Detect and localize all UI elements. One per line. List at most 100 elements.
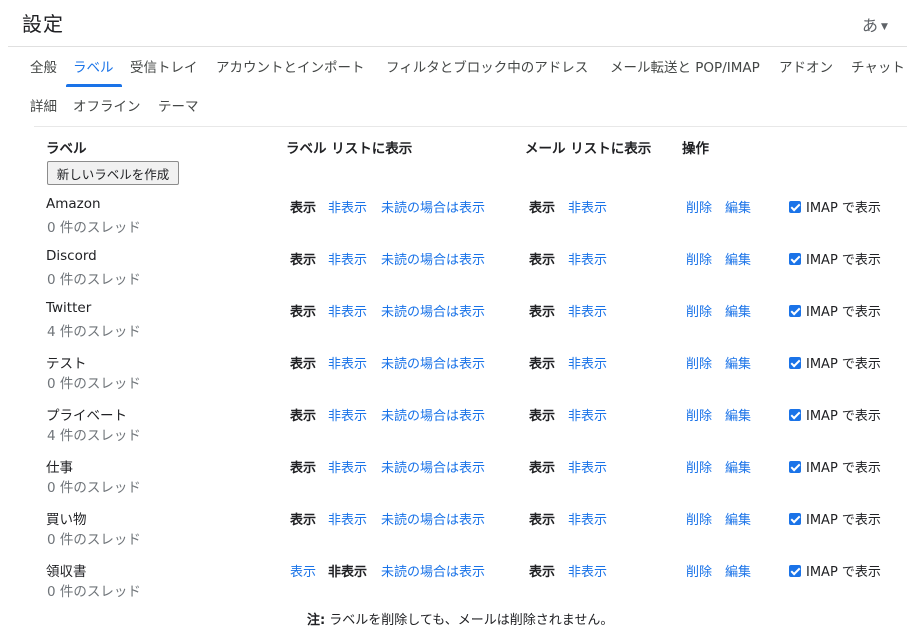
tab-forwarding-pop-imap[interactable]: メール転送と POP/IMAP	[610, 56, 760, 76]
show-in-imap-option: IMAP で表示	[789, 353, 881, 372]
tab-advanced[interactable]: 詳細	[30, 95, 57, 115]
show-in-imap-label[interactable]: IMAP で表示	[806, 357, 881, 372]
edit-label-link[interactable]: 編集	[725, 301, 751, 320]
label-name[interactable]: 領収書	[46, 560, 87, 580]
edit-label-link[interactable]: 編集	[725, 249, 751, 268]
show-in-imap-option: IMAP で表示	[789, 249, 881, 268]
edit-label-link[interactable]: 編集	[725, 197, 751, 216]
label-list-hide-option[interactable]: 非表示	[328, 457, 367, 476]
label-thread-count: 0 件のスレッド	[47, 584, 141, 600]
tab-chat[interactable]: チャット	[851, 56, 905, 76]
remove-label-link[interactable]: 削除	[686, 457, 712, 476]
label-row: プライベート 4 件のスレッド 表示 非表示 未読の場合は表示 表示 非表示 削除 編集 IMAP…	[0, 404, 907, 456]
checkbox-checked-icon[interactable]	[789, 513, 801, 525]
show-in-imap-label[interactable]: IMAP で表示	[806, 201, 881, 216]
label-name[interactable]: Amazon	[46, 196, 101, 212]
checkbox-checked-icon[interactable]	[789, 201, 801, 213]
checkbox-checked-icon[interactable]	[789, 565, 801, 577]
show-in-imap-label[interactable]: IMAP で表示	[806, 565, 881, 580]
message-list-hide-option[interactable]: 非表示	[568, 197, 607, 216]
message-list-show-option: 表示	[529, 565, 556, 580]
show-in-imap-label[interactable]: IMAP で表示	[806, 305, 881, 320]
remove-label-link[interactable]: 削除	[686, 301, 712, 320]
label-thread-count: 0 件のスレッド	[47, 272, 141, 288]
message-list-hide-option[interactable]: 非表示	[568, 353, 607, 372]
show-in-imap-label[interactable]: IMAP で表示	[806, 253, 881, 268]
message-list-hide-option[interactable]: 非表示	[568, 405, 607, 424]
remove-label-link[interactable]: 削除	[686, 353, 712, 372]
label-row: テスト 0 件のスレッド 表示 非表示 未読の場合は表示 表示 非表示 削除 編集 IMAP で表…	[0, 352, 907, 404]
label-name[interactable]: Discord	[46, 248, 97, 264]
remove-label-link[interactable]: 削除	[686, 509, 712, 528]
label-list-hide-option[interactable]: 非表示	[328, 249, 367, 268]
remove-label-link[interactable]: 削除	[686, 405, 712, 424]
remove-label-link[interactable]: 削除	[686, 197, 712, 216]
label-name[interactable]: 買い物	[46, 508, 87, 528]
label-list-hide-option[interactable]: 非表示	[328, 509, 367, 528]
label-list-hide-option[interactable]: 非表示	[328, 405, 367, 424]
label-name[interactable]: Twitter	[46, 300, 91, 316]
label-thread-count: 4 件のスレッド	[47, 428, 141, 444]
label-list-show-option[interactable]: 表示	[290, 561, 316, 580]
label-list-show-if-unread-option[interactable]: 未読の場合は表示	[381, 353, 485, 372]
label-name[interactable]: テスト	[46, 352, 87, 372]
label-list-hide-option[interactable]: 非表示	[328, 353, 367, 372]
header-divider	[8, 46, 907, 47]
show-in-imap-option: IMAP で表示	[789, 301, 881, 320]
message-list-hide-option[interactable]: 非表示	[568, 509, 607, 528]
checkbox-checked-icon[interactable]	[789, 305, 801, 317]
tab-inbox[interactable]: 受信トレイ	[130, 56, 198, 76]
checkbox-checked-icon[interactable]	[789, 409, 801, 421]
label-list-show-if-unread-option[interactable]: 未読の場合は表示	[381, 405, 485, 424]
remove-label-link[interactable]: 削除	[686, 249, 712, 268]
section-divider	[34, 126, 907, 127]
edit-label-link[interactable]: 編集	[725, 561, 751, 580]
label-row: 買い物 0 件のスレッド 表示 非表示 未読の場合は表示 表示 非表示 削除 編集 IMAP で表…	[0, 508, 907, 560]
settings-tabs-row-1: 全般 ラベル 受信トレイ アカウントとインポート フィルタとブロック中のアドレス…	[0, 56, 907, 86]
label-list-show-if-unread-option[interactable]: 未読の場合は表示	[381, 457, 485, 476]
checkbox-checked-icon[interactable]	[789, 461, 801, 473]
remove-label-link[interactable]: 削除	[686, 561, 712, 580]
column-header-label-list: ラベル リストに表示	[286, 141, 413, 157]
label-row: Discord 0 件のスレッド 表示 非表示 未読の場合は表示 表示 非表示 削除 編集 IMA…	[0, 248, 907, 300]
message-list-hide-option[interactable]: 非表示	[568, 249, 607, 268]
tab-offline[interactable]: オフライン	[73, 95, 141, 115]
checkbox-checked-icon[interactable]	[789, 253, 801, 265]
show-in-imap-label[interactable]: IMAP で表示	[806, 409, 881, 424]
label-list-show-if-unread-option[interactable]: 未読の場合は表示	[381, 301, 485, 320]
checkbox-checked-icon[interactable]	[789, 357, 801, 369]
note-text: ラベルを削除しても、メールは削除されません。	[329, 613, 614, 628]
edit-label-link[interactable]: 編集	[725, 509, 751, 528]
show-in-imap-label[interactable]: IMAP で表示	[806, 461, 881, 476]
label-list-show-if-unread-option[interactable]: 未読の場合は表示	[381, 561, 485, 580]
message-list-hide-option[interactable]: 非表示	[568, 457, 607, 476]
edit-label-link[interactable]: 編集	[725, 457, 751, 476]
label-name[interactable]: プライベート	[46, 404, 127, 424]
label-list-hide-option[interactable]: 非表示	[328, 301, 367, 320]
message-list-hide-option[interactable]: 非表示	[568, 561, 607, 580]
column-header-label: ラベル	[46, 141, 87, 157]
label-name[interactable]: 仕事	[46, 456, 73, 476]
tab-themes[interactable]: テーマ	[158, 95, 199, 115]
label-list-hide-option[interactable]: 非表示	[328, 197, 367, 216]
message-list-hide-option[interactable]: 非表示	[568, 301, 607, 320]
show-in-imap-label[interactable]: IMAP で表示	[806, 513, 881, 528]
label-list-show-if-unread-option[interactable]: 未読の場合は表示	[381, 249, 485, 268]
active-tab-indicator	[66, 84, 122, 87]
label-thread-count: 0 件のスレッド	[47, 480, 141, 496]
label-thread-count: 0 件のスレッド	[47, 532, 141, 548]
edit-label-link[interactable]: 編集	[725, 353, 751, 372]
create-label-button[interactable]: 新しいラベルを作成	[47, 161, 179, 185]
edit-label-link[interactable]: 編集	[725, 405, 751, 424]
tab-filters-blocked[interactable]: フィルタとブロック中のアドレス	[386, 56, 588, 76]
tab-general[interactable]: 全般	[30, 56, 57, 76]
show-in-imap-option: IMAP で表示	[789, 509, 881, 528]
label-list-show-if-unread-option[interactable]: 未読の場合は表示	[381, 509, 485, 528]
caret-down-icon: ▼	[881, 21, 888, 32]
tab-accounts-import[interactable]: アカウントとインポート	[216, 56, 365, 76]
tab-labels[interactable]: ラベル	[73, 56, 114, 76]
label-list-show-if-unread-option[interactable]: 未読の場合は表示	[381, 197, 485, 216]
input-mode-indicator[interactable]: あ ▼	[862, 12, 888, 36]
tab-addons[interactable]: アドオン	[779, 56, 833, 76]
label-thread-count: 4 件のスレッド	[47, 324, 141, 340]
